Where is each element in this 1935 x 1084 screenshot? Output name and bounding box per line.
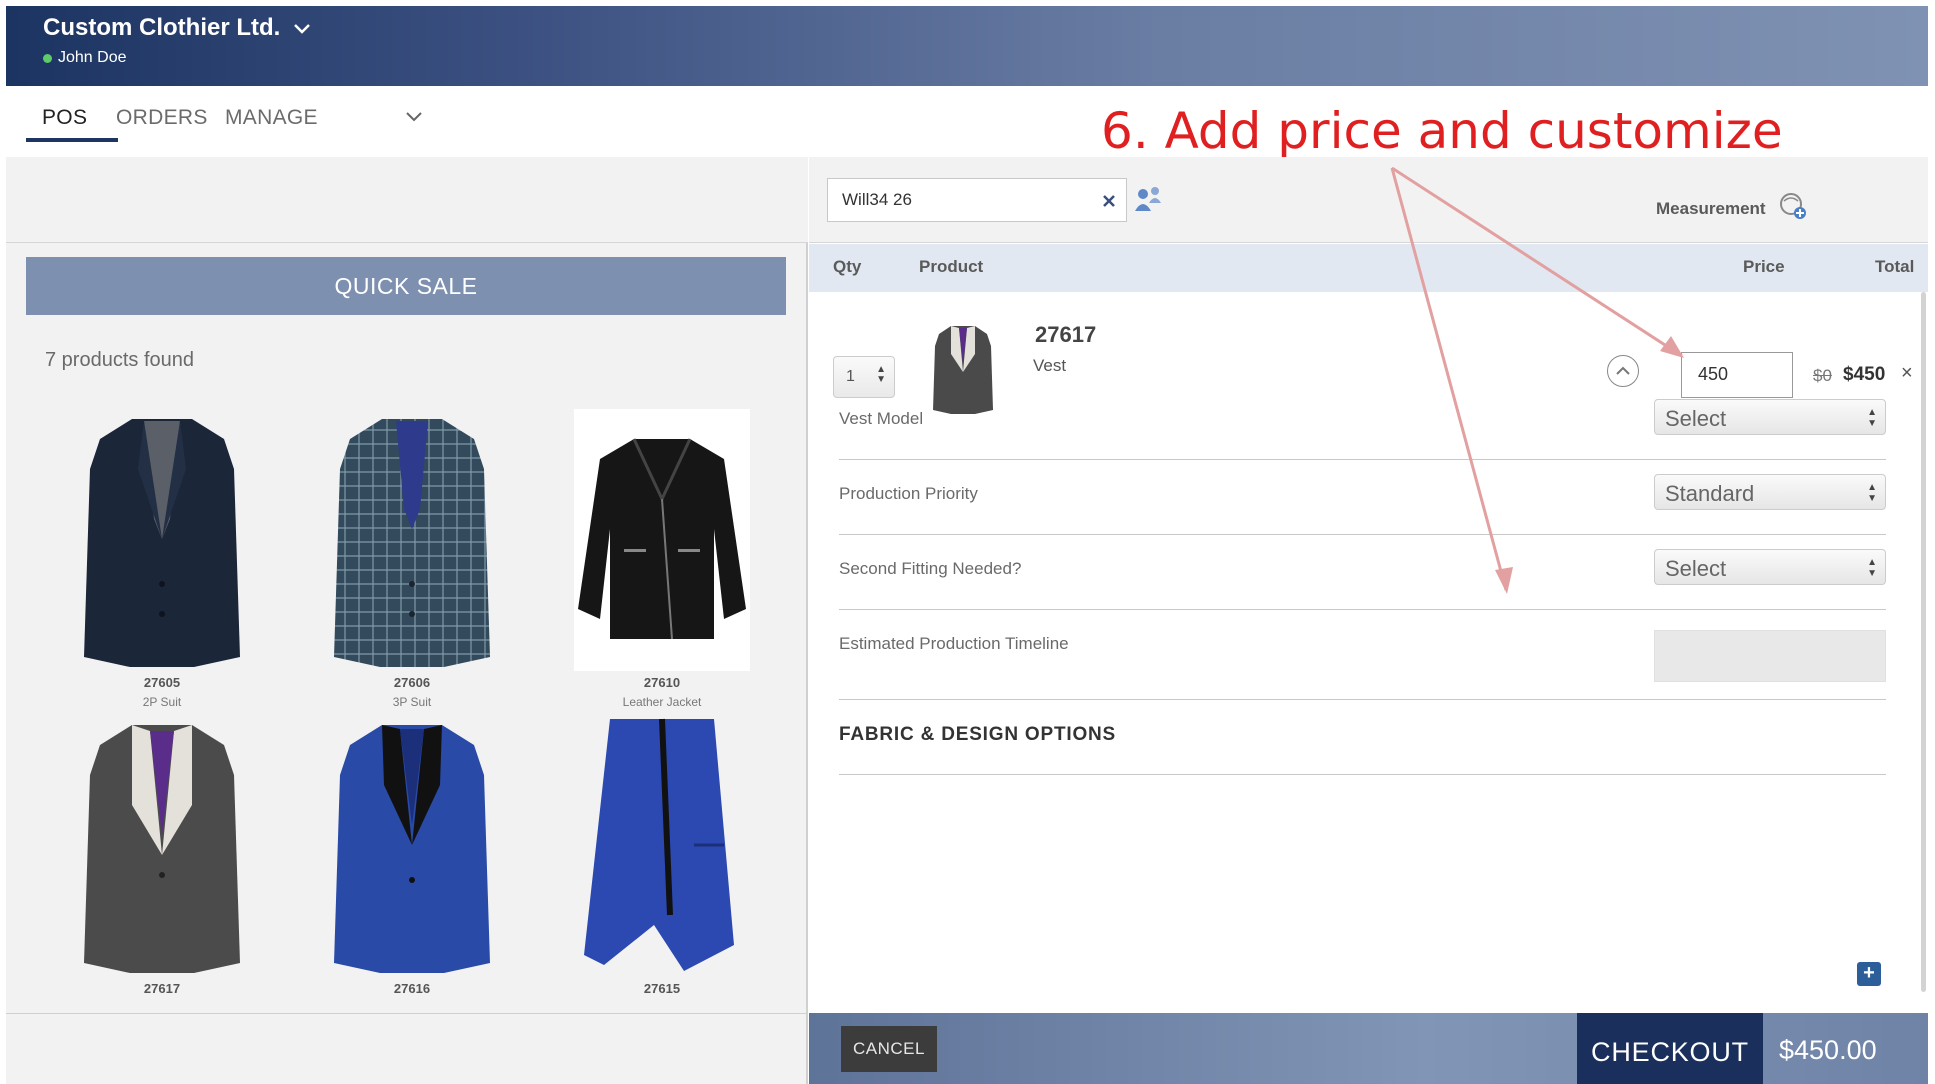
select-value: Select (1665, 406, 1727, 431)
original-price: $0 (1813, 366, 1832, 385)
stepper-arrows-icon: ▲ ▼ (1867, 482, 1877, 504)
production-priority-select[interactable]: Standard ▲ ▼ (1654, 474, 1886, 510)
checkout-bar: CANCEL CHECKOUT $450.00 (809, 1013, 1928, 1084)
column-product: Product (919, 257, 984, 276)
annotation-number: 6 (1101, 102, 1133, 160)
option-label: Production Priority (839, 484, 978, 503)
left-footer (6, 1013, 808, 1084)
status-dot-icon (43, 53, 52, 63)
line-total: $450 (1843, 364, 1886, 385)
production-timeline-field[interactable] (1654, 630, 1886, 682)
option-row-second-fitting: Second Fitting Needed? Select ▲ ▼ (839, 535, 1886, 610)
product-card[interactable]: 27606 3P Suit (324, 409, 500, 709)
checkout-button[interactable]: CHECKOUT (1577, 1013, 1763, 1084)
company-switcher[interactable]: Custom Clothier Ltd. (43, 14, 311, 42)
column-total: Total (1875, 257, 1915, 276)
collapse-icon[interactable] (1607, 355, 1639, 387)
product-code: 27616 (393, 981, 431, 996)
customer-search (827, 178, 1127, 222)
product-image (324, 409, 500, 671)
option-row-vest-model: Vest Model Select ▲ ▼ (839, 385, 1886, 460)
annotation-text: . Add price and customize (1132, 102, 1783, 160)
remove-icon[interactable]: × (1901, 362, 1913, 385)
add-icon[interactable]: + (1857, 962, 1881, 986)
tutorial-annotation: 6. Add price and customize (1101, 102, 1783, 160)
cart-scrollbar[interactable] (1921, 292, 1926, 992)
active-tab-indicator (26, 138, 118, 142)
company-name: Custom Clothier Ltd. (43, 14, 281, 41)
stepper-arrows-icon: ▲ ▼ (876, 364, 886, 385)
product-card[interactable]: 27615 (574, 715, 750, 996)
option-row-production-timeline: Estimated Production Timeline (839, 610, 1886, 700)
product-image (324, 715, 500, 977)
chevron-down-icon[interactable] (406, 106, 422, 127)
quantity-value: 1 (846, 368, 855, 385)
cancel-button[interactable]: CANCEL (841, 1026, 937, 1072)
product-image (74, 409, 250, 671)
stepper-arrows-icon: ▲ ▼ (1867, 407, 1877, 429)
app-header: Custom Clothier Ltd. John Doe (6, 6, 1928, 86)
fabric-design-title: FABRIC & DESIGN OPTIONS (839, 724, 1117, 745)
product-image (574, 715, 750, 977)
product-card[interactable]: 27610 Leather Jacket (574, 409, 750, 709)
vest-model-select[interactable]: Select ▲ ▼ (1654, 399, 1886, 435)
current-user: John Doe (43, 49, 127, 67)
price-input[interactable] (1698, 364, 1778, 385)
product-code: 27610 (643, 675, 681, 690)
product-card[interactable]: 27605 2P Suit (74, 409, 250, 709)
second-fitting-select[interactable]: Select ▲ ▼ (1654, 549, 1886, 585)
column-price: Price (1743, 257, 1785, 276)
product-panel: QUICK SALE 7 products found 27605 2P Sui… (6, 157, 808, 1013)
product-code: 27606 (393, 675, 431, 690)
customer-switch-icon[interactable] (1133, 185, 1163, 220)
measurement-button[interactable]: Measurement (1656, 191, 1808, 226)
cart-item-name: Vest (1033, 356, 1067, 375)
tab-orders[interactable]: ORDERS (116, 100, 208, 144)
products-found-count: 7 products found (45, 349, 194, 371)
product-image (574, 409, 750, 671)
option-label: Estimated Production Timeline (839, 634, 1069, 653)
measurement-label: Measurement (1656, 198, 1766, 218)
product-type: 3P Suit (392, 695, 432, 709)
product-type: Leather Jacket (622, 695, 702, 709)
select-value: Select (1665, 556, 1727, 581)
customer-search-input[interactable] (842, 187, 1082, 213)
product-card[interactable]: 27616 (324, 715, 500, 996)
quick-sale-button[interactable]: QUICK SALE (26, 257, 786, 315)
customer-toolbar: Measurement (809, 157, 1928, 243)
cart-item-code: 27617 (1035, 322, 1097, 347)
product-code: 27605 (143, 675, 181, 690)
product-panel-toolbar (6, 157, 808, 243)
grand-total: $450.00 (1779, 1035, 1877, 1065)
product-image (74, 715, 250, 977)
stepper-arrows-icon: ▲ ▼ (1867, 557, 1877, 579)
clear-icon[interactable] (1102, 186, 1116, 214)
product-card[interactable]: 27617 (74, 715, 250, 996)
user-name: John Doe (58, 49, 127, 66)
select-value: Standard (1665, 481, 1755, 506)
tab-manage[interactable]: MANAGE (225, 100, 318, 144)
cart-table-header: Qty Product Price Total (809, 244, 1928, 292)
option-label: Second Fitting Needed? (839, 559, 1022, 578)
product-code: 27615 (643, 981, 681, 996)
measurement-icon (1778, 191, 1808, 226)
product-type: 2P Suit (142, 695, 182, 709)
option-row-production-priority: Production Priority Standard ▲ ▼ (839, 460, 1886, 535)
product-code: 27617 (143, 981, 181, 996)
chevron-down-icon (294, 18, 311, 39)
cart: 1 ▲▼ 27617 Vest $0 $450 × Vest Model Sel… (809, 292, 1928, 1015)
option-label: Vest Model (839, 409, 924, 428)
column-qty: Qty (833, 257, 862, 276)
fabric-design-section[interactable]: FABRIC & DESIGN OPTIONS (839, 700, 1886, 775)
